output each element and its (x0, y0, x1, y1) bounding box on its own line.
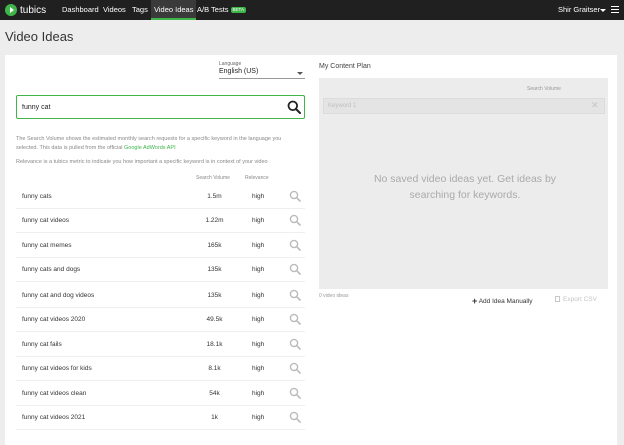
keyword-text: funny cat videos (22, 217, 69, 224)
nav-videos[interactable]: Videos (103, 0, 126, 20)
video-idea-count: 0 video ideas (319, 293, 349, 299)
search-icon[interactable] (289, 263, 301, 275)
search-volume: 1.5m (207, 193, 222, 200)
search-icon[interactable] (289, 190, 301, 202)
user-caret-icon[interactable] (600, 9, 606, 12)
logo-text: tubics (20, 4, 47, 16)
keyword-search-box (16, 95, 305, 119)
search-icon[interactable] (289, 338, 301, 350)
export-csv-button[interactable]: Export CSV (555, 296, 597, 303)
export-label: Export CSV (563, 296, 597, 303)
keyword-row: funny cat fails 18.1k high (16, 333, 305, 357)
relevance: high (252, 217, 265, 224)
search-volume-info: The Search Volume shows the estimated mo… (16, 136, 282, 151)
search-volume: 135k (207, 266, 222, 273)
keyword-row: funny cat videos 2021 1k high (16, 406, 305, 430)
chevron-down-icon (297, 72, 303, 75)
relevance: high (252, 266, 265, 273)
search-icon[interactable] (289, 362, 301, 374)
search-icon[interactable] (289, 313, 301, 325)
relevance: high (252, 414, 265, 421)
export-icon (555, 296, 560, 302)
search-volume: 49.5k (206, 316, 223, 323)
content-plan-title: My Content Plan (319, 63, 371, 70)
plan-search-volume-header: Search Volume (527, 86, 561, 92)
keyword-row: funny cat videos 1.22m high (16, 209, 305, 233)
search-volume: 1.22m (205, 217, 224, 224)
keyword-row: funny cat videos for kids 8.1k high (16, 357, 305, 381)
keyword-row: funny cat videos 2020 49.5k high (16, 308, 305, 332)
keyword-row: funny cat and dog videos 135k high (16, 284, 305, 308)
relevance: high (252, 242, 265, 249)
beta-badge: BETA (230, 7, 246, 13)
relevance-info: Relevance is a tubics metric to indicate… (16, 159, 268, 165)
keyword-text: funny cat videos 2020 (22, 316, 86, 323)
play-logo-icon (5, 4, 17, 16)
tubics-logo[interactable]: tubics (5, 3, 46, 17)
search-volume: 135k (207, 292, 222, 299)
relevance: high (252, 390, 265, 397)
keyword-text: funny cats (22, 193, 52, 200)
relevance: high (252, 316, 265, 323)
search-volume: 1k (211, 414, 218, 421)
page-title: Video Ideas (5, 29, 74, 44)
language-label: Language (219, 61, 242, 67)
relevance: high (252, 193, 265, 200)
relevance-column-header[interactable]: Relevance (245, 175, 269, 181)
plan-keyword-input[interactable]: Keyword 1 (323, 98, 605, 114)
language-select[interactable]: English (US) (219, 68, 305, 79)
search-volume-column-header[interactable]: Search Volume (196, 175, 230, 181)
keyword-text: funny cat and dog videos (22, 292, 95, 299)
user-menu[interactable]: Shir Graitser (558, 0, 600, 20)
plus-icon: + (472, 296, 478, 306)
search-volume: 54k (209, 390, 220, 397)
nav-ab-tests[interactable]: A/B Tests BETA (197, 0, 246, 20)
keyword-text: funny cat videos for kids (22, 365, 92, 372)
language-value: English (US) (219, 68, 259, 75)
search-volume: 18.1k (206, 341, 223, 348)
add-idea-label: Add Idea Manually (478, 298, 533, 305)
search-volume: 165k (207, 242, 222, 249)
keyword-search-input[interactable] (22, 101, 277, 113)
search-icon[interactable] (289, 289, 301, 301)
empty-state-message: No saved video ideas yet. Get ideas by s… (373, 173, 557, 201)
keyword-row: funny cat memes 165k high (16, 234, 305, 258)
search-icon[interactable] (289, 239, 301, 251)
search-icon[interactable] (289, 411, 301, 423)
hamburger-menu-icon[interactable] (611, 6, 619, 15)
search-icon[interactable] (289, 387, 301, 399)
search-volume: 8.1k (208, 365, 221, 372)
add-idea-manually-button[interactable]: + Add Idea Manually (472, 296, 533, 306)
keyword-row: funny cat videos clean 54k high (16, 382, 305, 406)
keyword-text: funny cat memes (22, 242, 72, 249)
keyword-text: funny cat videos clean (22, 390, 87, 397)
keyword-text: funny cat fails (22, 341, 62, 348)
keyword-row: funny cats 1.5m high (16, 185, 305, 209)
google-adwords-link[interactable]: Google AdWords API (124, 145, 176, 151)
keyword-text: funny cats and dogs (22, 266, 81, 273)
relevance: high (252, 341, 265, 348)
keyword-row: funny cats and dogs 135k high (16, 258, 305, 282)
nav-video-ideas[interactable]: Video Ideas (151, 0, 197, 20)
relevance: high (252, 365, 265, 372)
search-icon[interactable] (289, 214, 301, 226)
nav-dashboard[interactable]: Dashboard (62, 0, 99, 20)
keyword-text: funny cat videos 2021 (22, 414, 86, 421)
top-navigation: tubics Dashboard Videos Tags Video Ideas… (0, 0, 624, 20)
nav-ab-tests-label: A/B Tests (197, 5, 229, 14)
search-icon[interactable] (287, 100, 301, 114)
plan-keyword-placeholder: Keyword 1 (328, 103, 357, 109)
close-icon[interactable]: ✕ (591, 101, 599, 110)
relevance: high (252, 292, 265, 299)
nav-tags[interactable]: Tags (132, 0, 148, 20)
